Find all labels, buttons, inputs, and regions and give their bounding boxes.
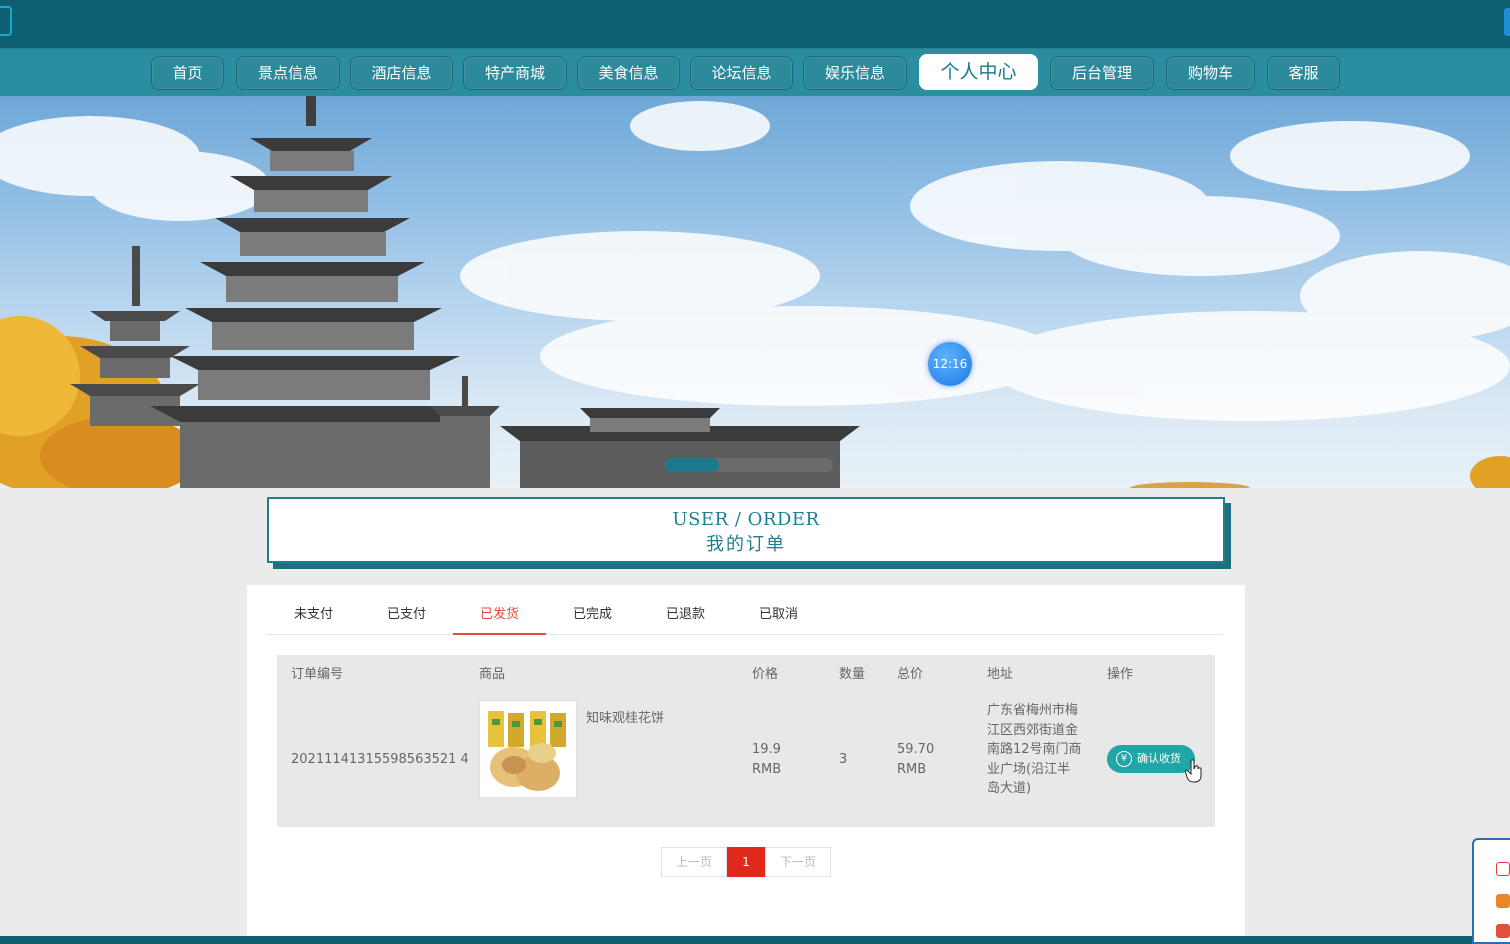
nav-item-cart[interactable]: 购物车 xyxy=(1166,56,1255,90)
tab-shipped[interactable]: 已发货 xyxy=(453,585,546,635)
nav-item-entertainment[interactable]: 娱乐信息 xyxy=(803,56,907,90)
chat-icon[interactable] xyxy=(1496,924,1510,938)
yen-icon: ¥ xyxy=(1116,751,1132,767)
order-table: 订单编号 商品 价格 数量 总价 地址 操作 20211141315598563… xyxy=(277,655,1215,827)
page-title-cn: 我的订单 xyxy=(706,534,786,555)
header-price: 价格 xyxy=(752,667,779,682)
nav-item-personal-center[interactable]: 个人中心 xyxy=(919,54,1038,90)
nav-item-hotels[interactable]: 酒店信息 xyxy=(350,56,453,90)
header-total: 总价 xyxy=(897,667,924,682)
shipping-address: 广东省梅州市梅江区西郊街道金南路12号南门商业广场(沿江半岛大道) xyxy=(987,703,1082,796)
slider-indicator-active[interactable] xyxy=(665,458,719,472)
page-number-current[interactable]: 1 xyxy=(727,847,765,877)
floating-side-widget[interactable] xyxy=(1472,838,1510,944)
top-bar xyxy=(0,0,1510,48)
nav-item-attractions[interactable]: 景点信息 xyxy=(236,56,340,90)
order-number: 20211141315598563521 4 xyxy=(291,752,469,767)
confirm-receipt-label: 确认收货 xyxy=(1137,752,1181,765)
nav-item-forum[interactable]: 论坛信息 xyxy=(690,56,793,90)
tab-completed[interactable]: 已完成 xyxy=(546,585,639,635)
product-name[interactable]: 知味观桂花饼 xyxy=(586,709,664,729)
bottom-bar xyxy=(0,936,1510,944)
page-title-en: USER / ORDER xyxy=(672,509,820,530)
tab-unpaid[interactable]: 未支付 xyxy=(267,585,360,635)
timer-bubble[interactable]: 12:16 xyxy=(928,342,972,386)
unit-price: 19.9 xyxy=(752,742,781,757)
app-icon[interactable] xyxy=(1496,894,1510,908)
total-price: 59.70 xyxy=(897,742,935,757)
nav-item-admin[interactable]: 后台管理 xyxy=(1050,56,1154,90)
confirm-receipt-button[interactable]: ¥ 确认收货 xyxy=(1107,745,1195,773)
unit-price-currency: RMB xyxy=(752,762,782,777)
page-title-box: USER / ORDER 我的订单 xyxy=(267,497,1225,563)
quantity: 3 xyxy=(839,752,848,767)
product-thumbnail[interactable] xyxy=(479,700,577,798)
total-price-currency: RMB xyxy=(897,762,927,777)
order-panel: 未支付 已支付 已发货 已完成 已退款 已取消 订单编号 商品 价格 数量 总价… xyxy=(247,585,1245,937)
window-edge-right xyxy=(1504,8,1510,36)
prev-page-button[interactable]: 上一页 xyxy=(661,847,727,877)
hand-cursor-icon xyxy=(1185,759,1202,783)
next-page-button[interactable]: 下一页 xyxy=(765,847,831,877)
tab-cancelled[interactable]: 已取消 xyxy=(732,585,825,635)
main-nav: 首页 景点信息 酒店信息 特产商城 美食信息 论坛信息 娱乐信息 个人中心 后台… xyxy=(0,48,1510,96)
header-address: 地址 xyxy=(987,667,1014,682)
banner-illustration xyxy=(0,96,1510,488)
gear-icon[interactable] xyxy=(1496,862,1510,876)
nav-item-specialty-mall[interactable]: 特产商城 xyxy=(463,56,567,90)
hero-banner: 12:16 xyxy=(0,96,1510,488)
banner-slider-indicator[interactable] xyxy=(665,458,833,472)
nav-item-service[interactable]: 客服 xyxy=(1267,56,1340,90)
tab-refunded[interactable]: 已退款 xyxy=(639,585,732,635)
order-status-tabs: 未支付 已支付 已发货 已完成 已退款 已取消 xyxy=(267,585,1223,635)
header-action: 操作 xyxy=(1107,667,1134,682)
nav-item-home[interactable]: 首页 xyxy=(151,56,224,90)
header-product: 商品 xyxy=(479,667,506,682)
nav-item-food[interactable]: 美食信息 xyxy=(577,56,680,90)
header-qty: 数量 xyxy=(839,667,866,682)
window-edge-left xyxy=(0,6,12,36)
tab-paid[interactable]: 已支付 xyxy=(360,585,453,635)
header-order-no: 订单编号 xyxy=(291,667,344,682)
